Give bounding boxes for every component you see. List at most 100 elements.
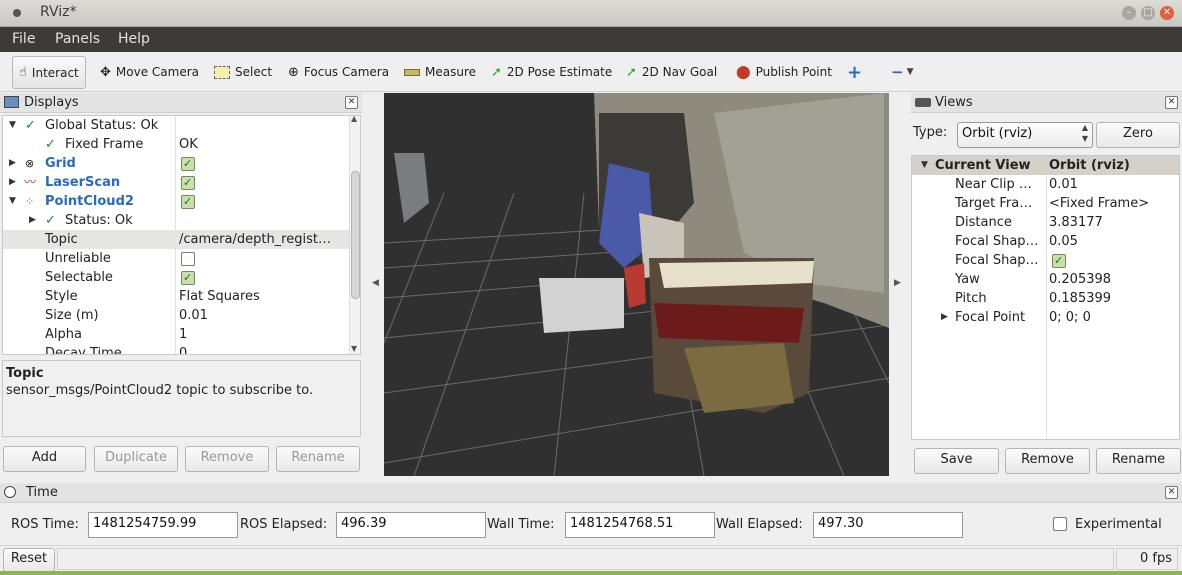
- view-row-yaw[interactable]: Yaw 0.205398: [912, 270, 1179, 289]
- pointcloud-icon: ⁘: [25, 195, 35, 208]
- scrollbar-thumb[interactable]: [351, 171, 360, 299]
- publish-point-button[interactable]: ⬤ Publish Point: [736, 61, 832, 83]
- rename-display-button[interactable]: Rename: [276, 446, 360, 472]
- type-label: Type:: [913, 125, 948, 140]
- close-panel-icon[interactable]: ✕: [345, 96, 358, 109]
- ok-check-icon: ✓: [25, 118, 36, 133]
- help-title: Topic: [6, 366, 44, 381]
- fps-readout: 0 fps: [1116, 548, 1178, 570]
- title-bar: RViz* – □ ✕: [0, 0, 1182, 27]
- tree-row-selectable[interactable]: Selectable: [3, 268, 350, 287]
- scroll-down-icon[interactable]: ▼: [351, 344, 357, 353]
- tree-row-pointcloud2[interactable]: ▼ ⁘ PointCloud2: [3, 192, 350, 211]
- tree-row-style[interactable]: Style Flat Squares: [3, 287, 350, 306]
- remove-display-button[interactable]: Remove: [185, 446, 269, 472]
- pose-estimate-button[interactable]: ➚ 2D Pose Estimate: [491, 61, 612, 83]
- duplicate-display-button[interactable]: Duplicate: [94, 446, 178, 472]
- ok-check-icon: ✓: [45, 137, 56, 152]
- app-menu-icon[interactable]: [13, 9, 21, 17]
- close-icon[interactable]: ✕: [1160, 6, 1174, 20]
- map-pin-icon: ⬤: [736, 64, 751, 80]
- minimize-icon[interactable]: –: [1122, 6, 1136, 20]
- crosshair-icon: ⊕: [288, 64, 299, 80]
- wall-time-field[interactable]: 1481254768.51: [565, 512, 715, 538]
- toolbar: ☝ Interact ✥ Move Camera Select ⊕ Focus Cam…: [0, 52, 1182, 92]
- scroll-up-icon[interactable]: ▲: [351, 116, 357, 123]
- status-bar: Reset 0 fps: [0, 545, 1182, 575]
- close-panel-icon[interactable]: ✕: [1165, 96, 1178, 109]
- add-display-button[interactable]: Add: [3, 446, 86, 472]
- tree-row-size[interactable]: Size (m) 0.01: [3, 306, 350, 325]
- remove-tool-icon[interactable]: − ▼: [891, 61, 914, 83]
- hand-icon: ☝: [19, 65, 27, 80]
- tree-row-decay-time[interactable]: Decay Time 0: [3, 344, 350, 354]
- tree-row-fixed-frame[interactable]: ✓ Fixed Frame OK: [3, 135, 350, 154]
- view-row-focal-shape-fixed[interactable]: Focal Shap…: [912, 251, 1179, 270]
- tree-row-unreliable[interactable]: Unreliable: [3, 249, 350, 268]
- view-row-target-frame[interactable]: Target Fra… <Fixed Frame>: [912, 194, 1179, 213]
- tree-row-laserscan[interactable]: ▶ 〰 LaserScan: [3, 173, 350, 192]
- tree-row-grid[interactable]: ▶ ⊗ Grid: [3, 154, 350, 173]
- window-title: RViz*: [40, 4, 77, 20]
- nav-goal-button[interactable]: ➚ 2D Nav Goal: [626, 61, 717, 83]
- tree-row-topic[interactable]: Topic /camera/depth_regist…: [3, 230, 350, 249]
- monitor-icon: [4, 96, 19, 108]
- views-panel: Views ✕ Type: Orbit (rviz) ▲ ▼ Zero ▼ Cur…: [911, 93, 1182, 478]
- ros-elapsed-field[interactable]: 496.39: [336, 512, 486, 538]
- experimental-checkbox[interactable]: [1053, 517, 1067, 531]
- remove-view-button[interactable]: Remove: [1005, 448, 1090, 474]
- view-row-focal-shape-size[interactable]: Focal Shap… 0.05: [912, 232, 1179, 251]
- green-arrow-icon: ➚: [491, 64, 502, 80]
- render-viewport[interactable]: [384, 93, 889, 476]
- window-bottom-border: [0, 571, 1182, 575]
- zero-button[interactable]: Zero: [1096, 122, 1180, 148]
- pointcloud-enabled-checkbox[interactable]: [181, 192, 195, 211]
- view-type-select[interactable]: Orbit (rviz) ▲ ▼: [957, 122, 1093, 148]
- focus-camera-button[interactable]: ⊕ Focus Camera: [288, 61, 389, 83]
- views-header: Views ✕: [911, 93, 1182, 113]
- focal-shape-checkbox[interactable]: [1052, 251, 1066, 270]
- tree-row-status[interactable]: ▶ ✓ Status: Ok: [3, 211, 350, 230]
- interact-button[interactable]: ☝ Interact: [12, 56, 86, 89]
- scene-render: [384, 93, 889, 476]
- status-message: [57, 548, 1114, 570]
- camera-icon: [915, 98, 931, 107]
- laserscan-icon: 〰: [24, 175, 37, 189]
- measure-button[interactable]: Measure: [404, 61, 476, 83]
- rename-view-button[interactable]: Rename: [1096, 448, 1181, 474]
- grid-icon: ⊗: [25, 157, 35, 170]
- tree-row-global-status[interactable]: ▼ ✓ Global Status: Ok: [3, 116, 350, 135]
- reset-button[interactable]: Reset: [3, 548, 55, 572]
- menu-help[interactable]: Help: [118, 31, 150, 47]
- help-text: sensor_msgs/PointCloud2 topic to subscri…: [6, 383, 314, 398]
- view-row-near-clip[interactable]: Near Clip … 0.01: [912, 175, 1179, 194]
- close-panel-icon[interactable]: ✕: [1165, 486, 1178, 499]
- add-tool-icon[interactable]: +: [847, 61, 862, 83]
- ruler-icon: [404, 68, 420, 76]
- time-panel: Time ✕ ROS Time: 1481254759.99 ROS Elaps…: [0, 483, 1182, 543]
- current-view-row[interactable]: ▼ Current View Orbit (rviz): [912, 156, 1179, 175]
- view-row-pitch[interactable]: Pitch 0.185399: [912, 289, 1179, 308]
- select-icon: [214, 65, 230, 79]
- view-row-focal-point[interactable]: ▶ Focal Point 0; 0; 0: [912, 308, 1179, 327]
- ros-time-field[interactable]: 1481254759.99: [88, 512, 238, 538]
- unreliable-checkbox[interactable]: [181, 252, 195, 266]
- maximize-icon[interactable]: □: [1141, 6, 1155, 20]
- grid-enabled-checkbox[interactable]: [181, 154, 195, 173]
- laserscan-enabled-checkbox[interactable]: [181, 173, 195, 192]
- menu-file[interactable]: File: [12, 31, 35, 47]
- wall-elapsed-field[interactable]: 497.30: [813, 512, 963, 538]
- ok-check-icon: ✓: [45, 213, 56, 228]
- move-camera-button[interactable]: ✥ Move Camera: [100, 61, 199, 83]
- save-view-button[interactable]: Save: [914, 448, 999, 474]
- collapse-left-icon[interactable]: ◀: [372, 278, 379, 288]
- select-button[interactable]: Select: [214, 61, 272, 83]
- experimental-label: Experimental: [1075, 517, 1162, 532]
- collapse-right-icon[interactable]: ▶: [894, 278, 901, 288]
- menu-panels[interactable]: Panels: [55, 31, 100, 47]
- tree-row-alpha[interactable]: Alpha 1: [3, 325, 350, 344]
- displays-scrollbar[interactable]: ▲ ▼: [349, 116, 360, 354]
- selectable-checkbox[interactable]: [181, 268, 195, 287]
- view-row-distance[interactable]: Distance 3.83177: [912, 213, 1179, 232]
- time-header: Time ✕: [0, 483, 1182, 503]
